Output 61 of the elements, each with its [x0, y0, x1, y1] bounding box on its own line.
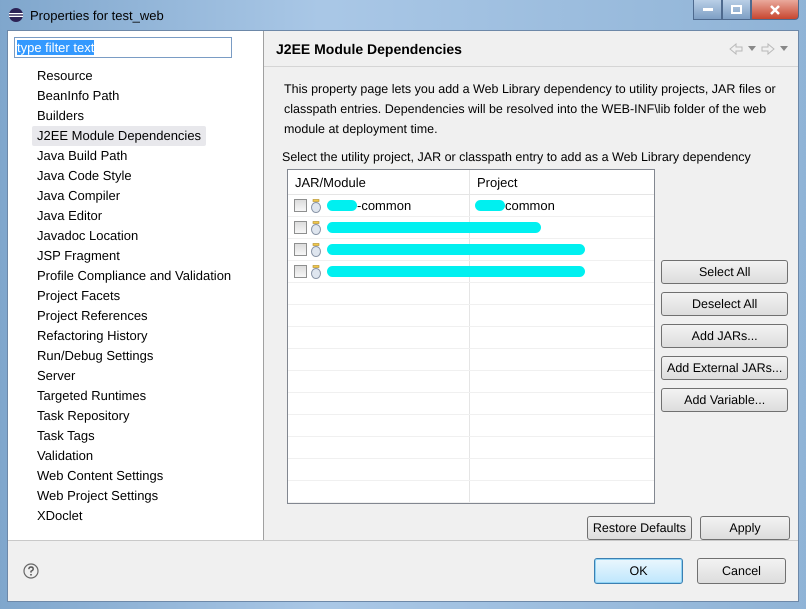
description-text: This property page lets you add a Web Library dependency to utility projects, JAR files or classpath entries. Dependencies will be resolved into the WEB-INF\lib folder of the web module at deployment time.: [284, 81, 776, 138]
checkbox[interactable]: [294, 265, 307, 278]
side-button[interactable]: Deselect All: [661, 292, 788, 316]
jar-icon: [311, 242, 321, 256]
help-icon[interactable]: [23, 563, 39, 579]
jar-icon: [311, 220, 321, 234]
side-button[interactable]: Add Variable...: [661, 388, 788, 412]
maximize-icon: [731, 5, 742, 14]
sidebar-item[interactable]: Project References: [32, 306, 153, 326]
sidebar-item[interactable]: BeanInfo Path: [32, 86, 124, 106]
table-cell: common: [505, 198, 555, 213]
side-button[interactable]: Add External JARs...: [661, 356, 788, 380]
sidebar-item[interactable]: Javadoc Location: [32, 226, 144, 246]
sidebar-item[interactable]: Refactoring History: [32, 326, 153, 346]
minimize-button[interactable]: [693, 0, 722, 20]
checkbox[interactable]: [294, 199, 307, 212]
sidebar-item[interactable]: Project Facets: [32, 286, 126, 306]
sidebar-item[interactable]: JSP Fragment: [32, 246, 125, 266]
sidebar-item[interactable]: Task Repository: [32, 406, 134, 426]
sidebar-item[interactable]: Run/Debug Settings: [32, 346, 158, 366]
page-button[interactable]: Restore Defaults: [586, 516, 692, 540]
sidebar-item[interactable]: Builders: [32, 106, 89, 126]
sidebar-item[interactable]: Server: [32, 366, 80, 386]
sidebar-item[interactable]: Web Project Settings: [32, 486, 164, 506]
column-header[interactable]: Project: [470, 170, 654, 194]
dialog-button[interactable]: OK: [594, 558, 683, 584]
sidebar-item[interactable]: Resource: [32, 66, 98, 86]
close-button[interactable]: [751, 0, 799, 20]
back-arrow-icon[interactable]: [729, 42, 743, 54]
column-header[interactable]: JAR/Module: [288, 170, 470, 194]
sidebar-item[interactable]: Java Compiler: [32, 186, 126, 206]
eclipse-icon: [8, 7, 24, 23]
jar-icon: [311, 264, 321, 278]
table-cell: -common: [357, 198, 412, 213]
checkbox[interactable]: [294, 243, 307, 256]
close-icon: [769, 4, 781, 14]
sidebar-item[interactable]: Targeted Runtimes: [32, 386, 152, 406]
filter-text: type filter text: [17, 40, 94, 55]
side-button[interactable]: Select All: [661, 260, 788, 284]
sidebar-item[interactable]: J2EE Module Dependencies: [32, 126, 206, 146]
sidebar-item[interactable]: Validation: [32, 446, 98, 466]
page-button[interactable]: Apply: [700, 516, 790, 540]
minimize-icon: [702, 8, 712, 11]
forward-arrow-icon[interactable]: [761, 42, 775, 54]
maximize-button[interactable]: [722, 0, 751, 20]
dialog-button[interactable]: Cancel: [697, 558, 786, 584]
sidebar-item[interactable]: Java Build Path: [32, 146, 132, 166]
sidebar-item[interactable]: XDoclet: [32, 506, 88, 526]
sidebar-item[interactable]: Web Content Settings: [32, 466, 168, 486]
side-button[interactable]: Add JARs...: [661, 324, 788, 348]
dropdown-caret-icon[interactable]: [748, 46, 756, 51]
page-title: J2EE Module Dependencies: [276, 40, 462, 56]
sidebar-item[interactable]: Java Editor: [32, 206, 108, 226]
dropdown-caret-icon[interactable]: [780, 46, 788, 51]
instruction-text: Select the utility project, JAR or classpath entry to add as a Web Library dependency: [282, 150, 752, 164]
sidebar-item[interactable]: Profile Compliance and Validation: [32, 266, 236, 286]
checkbox[interactable]: [294, 221, 307, 234]
jar-icon: [311, 198, 321, 212]
sidebar-item[interactable]: Task Tags: [32, 426, 100, 446]
window-title: Properties for test_web: [30, 8, 164, 22]
sidebar-item[interactable]: Java Code Style: [32, 166, 137, 186]
